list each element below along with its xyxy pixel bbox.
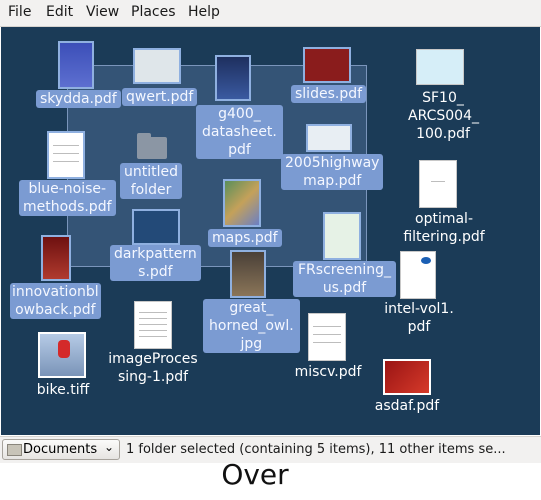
file-label[interactable]: intel-vol1. pdf (382, 300, 456, 336)
menu-help[interactable]: Help (188, 4, 220, 20)
pdf-thumbnail-icon (308, 313, 346, 361)
menu-places[interactable]: Places (131, 4, 176, 20)
file-label[interactable]: blue-noise- methods.pdf (19, 180, 116, 216)
pdf-thumbnail-icon (134, 301, 172, 349)
folder-icon (7, 444, 22, 456)
status-text: 1 folder selected (containing 5 items), … (126, 442, 506, 457)
pdf-thumbnail-icon (223, 179, 261, 227)
pdf-thumbnail-icon (133, 48, 181, 84)
file-label[interactable]: asdaf.pdf (371, 397, 443, 415)
file-label[interactable]: maps.pdf (208, 229, 282, 247)
pdf-thumbnail-icon (383, 359, 431, 395)
image-thumbnail-icon (230, 250, 266, 298)
file-label[interactable]: untitled folder (120, 163, 183, 199)
places-dropdown[interactable]: Documents ⌄ (2, 439, 120, 460)
file-label[interactable]: great_ horned_owl. jpg (203, 299, 300, 353)
pdf-thumbnail-icon (323, 212, 361, 260)
pdf-thumbnail-icon (416, 49, 464, 85)
file-label[interactable]: slides.pdf (291, 85, 367, 103)
pdf-thumbnail-icon (47, 131, 85, 179)
file-label[interactable]: imageProces sing-1.pdf (106, 350, 200, 386)
file-label[interactable]: bike.tiff (30, 381, 96, 399)
image-thumbnail-icon (38, 332, 86, 378)
chevron-down-icon: ⌄ (103, 440, 114, 454)
file-label[interactable]: innovationbl owback.pdf (10, 283, 101, 319)
caption-text: Over (221, 458, 289, 491)
file-icon-view[interactable]: skydda.pdf qwert.pdf g400_ datasheet. pd… (1, 27, 540, 435)
pdf-thumbnail-icon (419, 160, 457, 208)
file-label[interactable]: qwert.pdf (122, 88, 198, 106)
pdf-thumbnail-icon (215, 55, 251, 101)
pdf-thumbnail-icon (58, 41, 94, 89)
pdf-thumbnail-icon (306, 124, 352, 152)
file-label[interactable]: g400_ datasheet. pdf (196, 105, 283, 159)
places-dropdown-value: Documents (23, 442, 98, 457)
file-label[interactable]: FRscreening_ us.pdf (293, 261, 396, 297)
menu-view[interactable]: View (86, 4, 119, 20)
menu-file[interactable]: File (8, 4, 31, 20)
file-label[interactable]: darkpattern s.pdf (110, 245, 201, 281)
pdf-thumbnail-icon (132, 209, 180, 245)
file-label[interactable]: miscv.pdf (290, 363, 366, 381)
file-label[interactable]: SF10_ ARCS004_ 100.pdf (408, 89, 479, 143)
pdf-thumbnail-icon (303, 47, 351, 83)
menu-bar: File Edit View Places Help (0, 0, 541, 27)
file-label[interactable]: optimal- filtering.pdf (399, 210, 489, 246)
file-label[interactable]: skydda.pdf (36, 90, 121, 108)
menu-edit[interactable]: Edit (46, 4, 73, 20)
pdf-thumbnail-icon (400, 251, 436, 299)
file-label[interactable]: 2005highway map.pdf (281, 154, 384, 190)
pdf-thumbnail-icon (41, 235, 71, 281)
